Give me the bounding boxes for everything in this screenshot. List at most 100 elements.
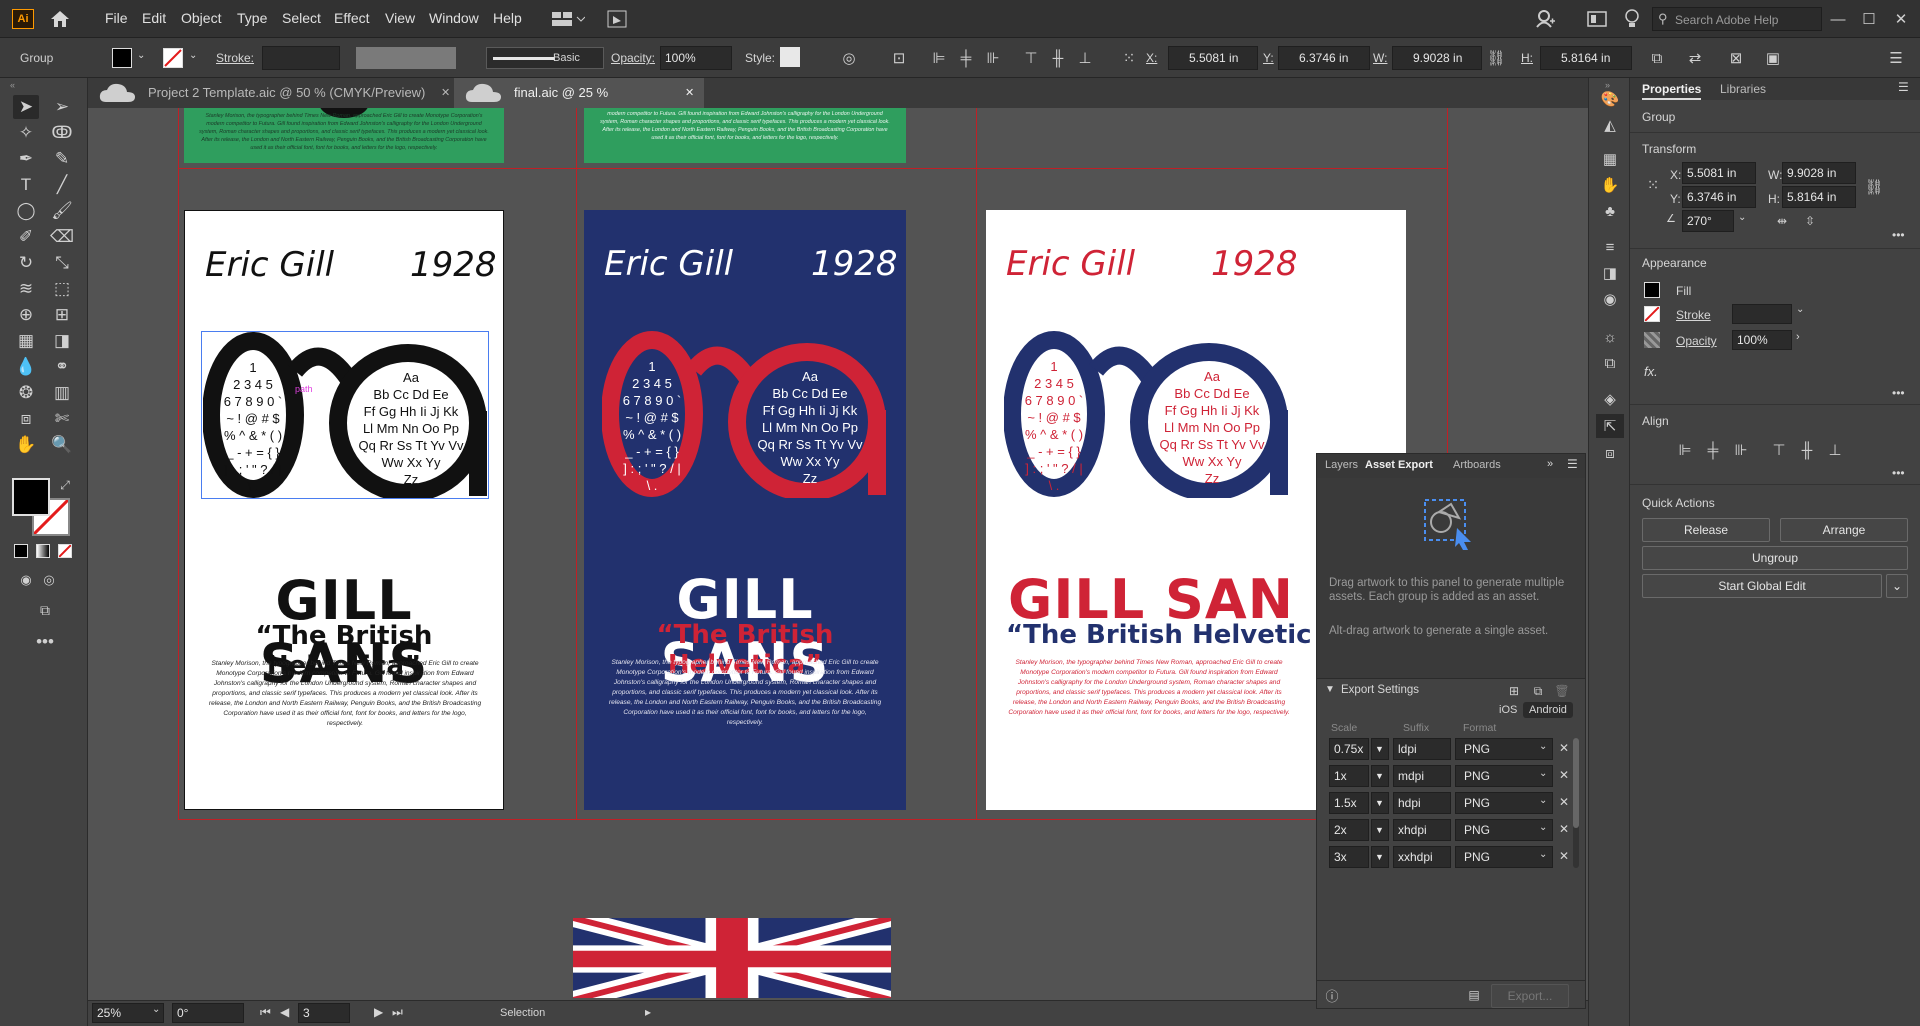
align-hcenter-icon[interactable]: ╪ (1702, 440, 1724, 460)
minimize-icon[interactable]: — (1827, 8, 1849, 30)
poster-navy[interactable]: Eric Gill 1928 1 2 3 4 5 6 7 8 9 0 ` ~ ! @ … (584, 210, 906, 810)
stroke-swatch[interactable] (1644, 306, 1660, 322)
last-artboard-icon[interactable]: ⏭ (392, 1005, 403, 1020)
suffix-field[interactable]: xhdpi (1393, 819, 1451, 841)
scale-dropdown[interactable]: ▼ (1371, 846, 1389, 868)
tab-project-2-template[interactable]: Project 2 Template.aic @ 50 % (CMYK/Prev… (88, 78, 453, 108)
scale-field[interactable]: 1x (1329, 765, 1369, 787)
free-transform-icon[interactable]: ⬚ (49, 277, 75, 301)
close-icon[interactable]: ✕ (1890, 8, 1912, 30)
type-tool-icon[interactable]: T (13, 173, 39, 197)
shaper-tool-icon[interactable]: ✐ (13, 225, 39, 249)
more-options-icon[interactable]: ••• (1892, 386, 1905, 400)
tab-libraries[interactable]: Libraries (1720, 82, 1766, 96)
lightbulb-icon[interactable] (1620, 8, 1644, 30)
gpu-preview-icon[interactable] (605, 8, 629, 30)
share-user-icon[interactable] (1533, 8, 1557, 30)
brushes-icon[interactable]: ✋ (1598, 174, 1622, 196)
align-left-icon[interactable]: ⊫ (1674, 440, 1696, 460)
menu-window[interactable]: Window (429, 10, 479, 26)
lasso-icon[interactable]: ↂ (49, 121, 75, 145)
chevron-down-icon[interactable]: ⌄ (137, 50, 145, 61)
tab-asset-export[interactable]: Asset Export (1365, 459, 1433, 471)
help-search[interactable]: ⚲ Search Adobe Help (1652, 7, 1822, 31)
suffix-field[interactable]: ldpi (1393, 738, 1451, 760)
rotation-field[interactable]: 0° (172, 1003, 244, 1023)
global-edit-options[interactable]: ⌄ (1886, 574, 1908, 598)
pen-tool-icon[interactable]: ✒ (13, 147, 39, 171)
scale-field[interactable]: 1.5x (1329, 792, 1369, 814)
align-top-icon[interactable]: ⊤ (1020, 47, 1042, 69)
panel-menu-icon[interactable]: ☰ (1567, 457, 1578, 471)
add-scale-icon[interactable]: ⊞ (1505, 682, 1523, 700)
swap-colors-icon[interactable]: ⤢ (58, 478, 72, 492)
scale-dropdown[interactable]: ▼ (1371, 765, 1389, 787)
remove-row-icon[interactable]: ✕ (1559, 795, 1569, 809)
chevron-down-icon[interactable]: ⌄ (189, 50, 197, 61)
column-graph-icon[interactable]: ▥ (49, 381, 75, 405)
prop-h-field[interactable]: 5.8164 in (1782, 186, 1856, 208)
eyedropper-icon[interactable]: 💧 (13, 355, 39, 379)
first-artboard-icon[interactable]: ⏮ (260, 1005, 271, 1020)
export-button[interactable]: Export... (1491, 984, 1569, 1008)
menu-type[interactable]: Type (237, 10, 267, 26)
symbols-icon[interactable]: ♣ (1598, 200, 1622, 222)
warp-tool-icon[interactable]: ≋ (13, 277, 39, 301)
graphic-styles-icon[interactable]: ▣ (1762, 47, 1784, 69)
release-button[interactable]: Release (1642, 518, 1770, 542)
style-swatch[interactable] (780, 47, 800, 67)
chevron-down-icon[interactable]: ⌄ (152, 1004, 160, 1015)
ios-preset[interactable]: iOS (1499, 704, 1517, 716)
rotate-tool-icon[interactable]: ↻ (13, 251, 39, 275)
align-bottom-icon[interactable]: ⊥ (1824, 440, 1846, 460)
chevron-down-icon[interactable]: ⌄ (1796, 304, 1804, 315)
menu-select[interactable]: Select (282, 10, 321, 26)
flip-icon[interactable]: ⇄ (1680, 47, 1710, 69)
panel-menu-icon[interactable]: ☰ (1898, 80, 1909, 94)
stroke-weight-field[interactable] (262, 46, 340, 70)
align-right-icon[interactable]: ⊪ (982, 47, 1004, 69)
constrain-link-icon[interactable]: ⛓ (1486, 47, 1506, 69)
appearance-icon[interactable]: ☼ (1598, 326, 1622, 348)
scale-dropdown[interactable]: ▼ (1371, 819, 1389, 841)
scale-dropdown[interactable]: ▼ (1371, 792, 1389, 814)
remove-row-icon[interactable]: ✕ (1559, 849, 1569, 863)
curvature-tool-icon[interactable]: ✎ (49, 147, 75, 171)
prop-w-field[interactable]: 9.9028 in (1782, 162, 1856, 184)
menu-file[interactable]: File (105, 10, 128, 26)
zoom-tool-icon[interactable]: 🔍 (49, 433, 75, 457)
status-arrow-icon[interactable]: ▸ (645, 1005, 651, 1019)
chevron-down-icon[interactable]: ⌄ (1539, 822, 1547, 833)
color-panel-icon[interactable]: 🎨 (1598, 88, 1622, 110)
tab-final[interactable]: final.aic @ 25 % (CMYK/Preview) ✕ (454, 78, 704, 130)
tab-properties[interactable]: Properties (1642, 82, 1702, 100)
artboard-number-field[interactable]: 3 (298, 1003, 350, 1023)
color-guide-icon[interactable]: ◭ (1598, 114, 1622, 136)
eraser-icon[interactable]: ⌫ (49, 225, 75, 249)
direct-selection-tool-icon[interactable]: ➢ (49, 95, 75, 119)
scale-field[interactable]: 3x (1329, 846, 1369, 868)
opacity-field[interactable]: 100% (660, 46, 732, 70)
flip-horizontal-icon[interactable]: ⇹ (1772, 211, 1792, 231)
fx-icon[interactable]: fx. (1644, 364, 1658, 379)
stroke-swatch[interactable] (163, 48, 183, 68)
tab-artboards[interactable]: Artboards (1453, 459, 1501, 471)
align-bottom-icon[interactable]: ⊥ (1074, 47, 1096, 69)
gradient-mode-icon[interactable] (36, 544, 50, 558)
menu-object[interactable]: Object (181, 10, 221, 26)
fill-swatch[interactable] (1644, 282, 1660, 298)
maximize-icon[interactable]: ☐ (1858, 8, 1880, 30)
more-tools-icon[interactable]: ••• (32, 630, 58, 654)
prop-x-field[interactable]: 5.5081 in (1682, 162, 1756, 184)
reference-point-icon[interactable]: ⁙ (1642, 174, 1664, 196)
mesh-tool-icon[interactable]: ▦ (13, 329, 39, 353)
more-options-icon[interactable]: ••• (1892, 466, 1905, 480)
chevron-down-icon[interactable]: ⌄ (1539, 768, 1547, 779)
arrange-documents-icon[interactable] (548, 8, 588, 30)
brush-definition[interactable]: Basic (486, 47, 604, 69)
export-for-screens-icon[interactable]: ▤ (1465, 986, 1483, 1004)
w-field[interactable]: 9.9028 in (1392, 46, 1482, 70)
transform-icon[interactable]: ⧉ (1646, 47, 1668, 69)
close-tab-icon[interactable]: ✕ (441, 78, 450, 108)
perspective-grid-icon[interactable]: ⊞ (49, 303, 75, 327)
